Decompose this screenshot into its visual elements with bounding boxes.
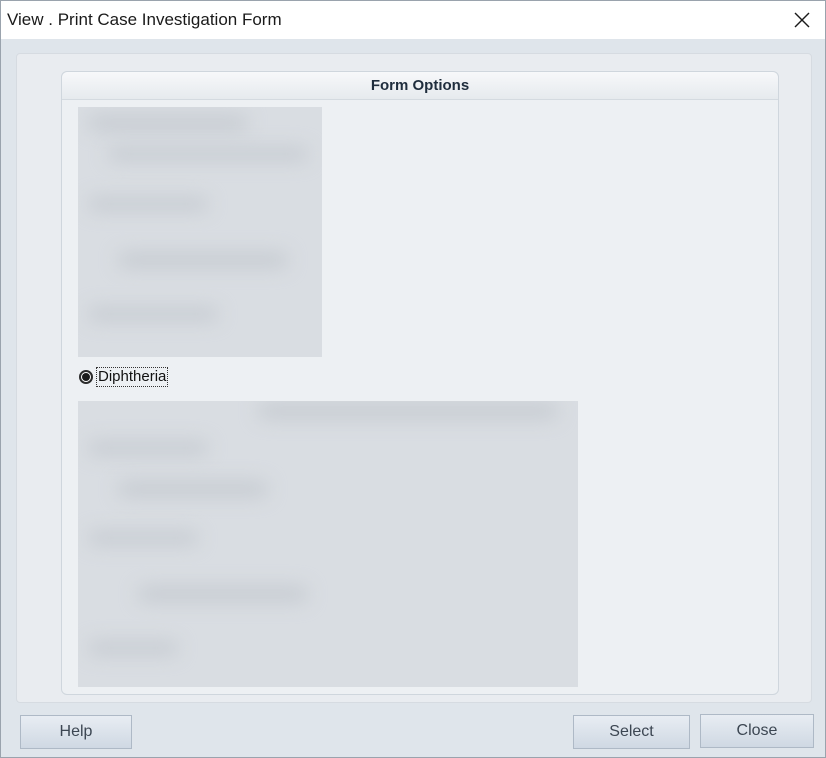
obscured-options-top <box>78 107 322 357</box>
select-button[interactable]: Select <box>573 715 690 749</box>
radio-selected-dot <box>82 373 90 381</box>
close-window-button[interactable] <box>779 1 825 39</box>
title-bar: View . Print Case Investigation Form <box>1 1 825 39</box>
radio-option-label: Diphtheria <box>96 367 169 387</box>
form-options-header: Form Options <box>62 72 778 100</box>
dialog-client-area: Form Options Diphtheria Help Select Clos… <box>1 39 825 757</box>
dialog-window: View . Print Case Investigation Form For… <box>0 0 826 758</box>
obscured-options-bottom <box>78 401 578 687</box>
form-options-group: Form Options Diphtheria <box>61 71 779 695</box>
content-panel: Form Options Diphtheria <box>16 53 812 703</box>
window-title: View . Print Case Investigation Form <box>7 10 282 29</box>
help-button[interactable]: Help <box>20 715 132 749</box>
close-button[interactable]: Close <box>700 714 814 748</box>
close-icon <box>794 12 810 28</box>
radio-option-diphtheria[interactable]: Diphtheria <box>79 366 169 388</box>
radio-button[interactable] <box>79 370 93 384</box>
